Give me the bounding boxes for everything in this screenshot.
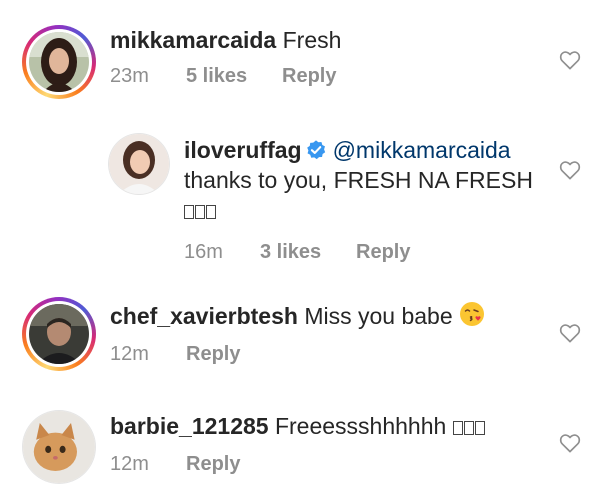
comment-text: Miss you babe (304, 303, 453, 329)
missing-glyph-icon (184, 205, 194, 219)
missing-glyph-icon (474, 421, 485, 435)
comment-body: mikkamarcaida Fresh 23m 5 likes Reply (110, 25, 530, 88)
comment-text: Fresh (282, 27, 342, 53)
reply-button[interactable]: Reply (282, 65, 336, 88)
comment-username[interactable]: chef_xavierbtesh (110, 303, 298, 329)
comment-text-line: iloveruffag @mikkamarcaida (184, 135, 534, 165)
avatar[interactable] (22, 25, 96, 99)
comment-likes[interactable]: 5 likes (186, 65, 282, 88)
comment-meta: 12m Reply (110, 453, 530, 476)
reply-button[interactable]: Reply (186, 453, 240, 476)
comment-username[interactable]: mikkamarcaida (110, 27, 276, 53)
face-blowing-kiss-icon (460, 302, 485, 326)
comment-likes[interactable]: 3 likes (260, 241, 356, 264)
reply-button[interactable]: Reply (356, 241, 410, 264)
comment-text: thanks to you, FRESH NA FRESH (184, 167, 533, 193)
avatar-image (23, 411, 95, 483)
missing-glyph-icon (463, 421, 474, 435)
comment-text: Freeessshhhhhh (274, 413, 447, 439)
comment-meta: 12m Reply (110, 343, 530, 366)
avatar-image (109, 134, 169, 194)
comment-body: barbie_121285 Freeessshhhhhh 12m Reply (110, 411, 530, 476)
comment-body: chef_xavierbtesh Miss you babe 12m Reply (110, 301, 530, 366)
verified-badge-icon (306, 140, 325, 160)
comment-text-line: barbie_121285 Freeessshhhhhh (110, 411, 530, 441)
comment-body: iloveruffag @mikkamarcaida thanks to you… (184, 135, 534, 264)
comment-text-line: mikkamarcaida Fresh (110, 25, 530, 55)
comment-text-line: chef_xavierbtesh Miss you babe (110, 301, 530, 331)
comment-username[interactable]: barbie_121285 (110, 413, 269, 439)
comment-time: 12m (110, 343, 149, 365)
comment-time: 23m (110, 65, 149, 87)
comment-time: 16m (184, 241, 223, 263)
heart-outline-icon[interactable] (559, 160, 581, 180)
avatar[interactable] (22, 410, 96, 484)
missing-glyph-icon (195, 205, 205, 219)
mention-link[interactable]: @mikkamarcaida (333, 137, 511, 163)
comments-list: mikkamarcaida Fresh 23m 5 likes Reply il… (0, 0, 600, 499)
missing-glyph-icon (206, 205, 216, 219)
avatar-image (29, 304, 89, 364)
heart-outline-icon[interactable] (559, 50, 581, 70)
missing-glyph-icon (452, 421, 463, 435)
comment-username[interactable]: iloveruffag (184, 137, 302, 163)
comment-meta: 16m 3 likes Reply (184, 241, 534, 264)
avatar-image (29, 32, 89, 92)
reply-button[interactable]: Reply (186, 343, 240, 366)
heart-outline-icon[interactable] (559, 323, 581, 343)
comment-time: 12m (110, 453, 149, 475)
comment-meta: 23m 5 likes Reply (110, 65, 530, 88)
avatar[interactable] (108, 133, 170, 195)
heart-outline-icon[interactable] (559, 433, 581, 453)
comment-emoji-placeholders (184, 195, 534, 225)
avatar[interactable] (22, 297, 96, 371)
